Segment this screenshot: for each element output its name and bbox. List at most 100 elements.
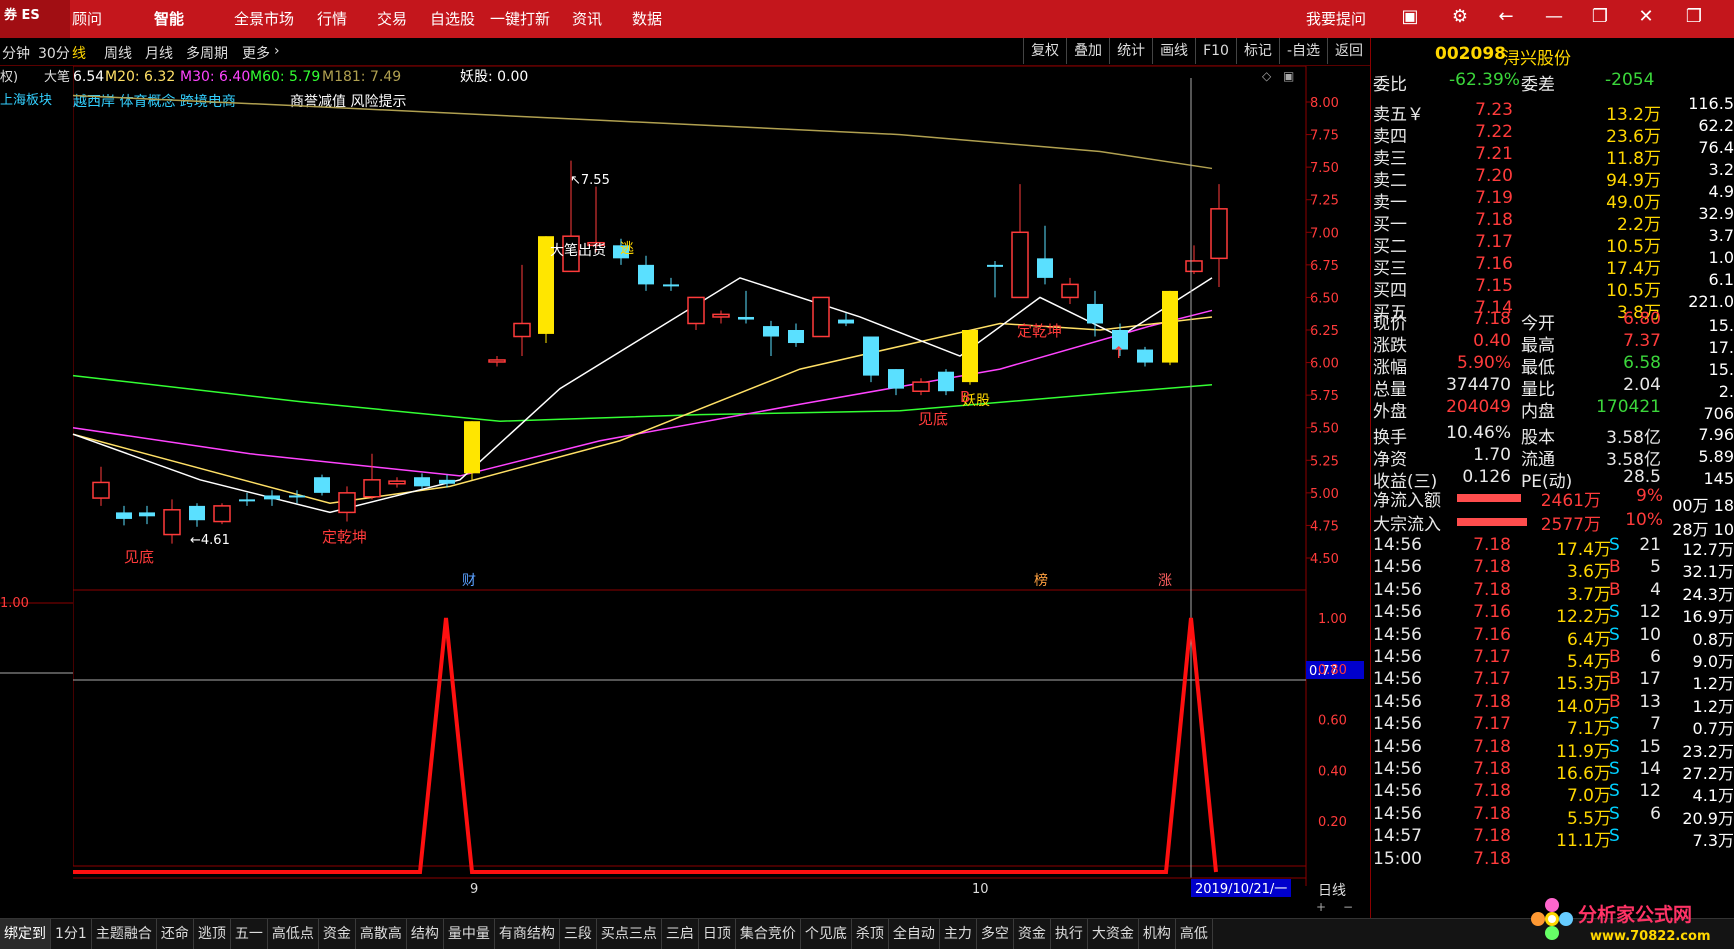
candle-body[interactable] [712,313,730,318]
candle-body[interactable] [189,505,205,521]
diamond-icon[interactable]: ◇ [1262,69,1272,83]
candle-body[interactable] [264,495,280,500]
restore-icon[interactable]: ❐ [1586,6,1614,27]
candle-body[interactable] [638,264,654,285]
formula-tab[interactable]: 全自动 [889,919,940,949]
menu-hangqing[interactable]: 行情 [317,8,347,29]
float-window-icon[interactable]: ❐ [1680,6,1708,27]
formula-tab[interactable]: 执行 [1051,919,1088,949]
zoom-out-icon[interactable]: − [1343,900,1353,914]
candle-body[interactable] [1210,208,1228,260]
tool-zixuan[interactable]: -自选 [1278,38,1327,64]
tool-fanhui[interactable]: 返回 [1327,38,1370,64]
formula-tab[interactable]: 机构 [1139,919,1176,949]
candle-body[interactable] [1037,258,1053,278]
menu-daxin[interactable]: 一键打新 [490,8,550,29]
ask-question-link[interactable]: 我要提问 [1306,8,1366,29]
formula-tab[interactable]: 资金 [1014,919,1051,949]
formula-tab[interactable]: 高低点 [268,919,319,949]
zhang-marker[interactable]: 涨 [1158,573,1172,589]
formula-tab[interactable]: 主力 [940,919,977,949]
formula-tab[interactable]: 结构 [407,919,444,949]
formula-tab[interactable]: 量中量 [444,919,495,949]
tool-biaoji[interactable]: 标记 [1235,38,1279,64]
sector-label[interactable]: 上海板块 [0,93,52,108]
menu-zixun[interactable]: 资讯 [572,8,602,29]
tool-diejia[interactable]: 叠加 [1066,38,1109,64]
candle-body[interactable] [1061,283,1079,299]
period-week[interactable]: 周线 [104,43,132,63]
candle-body[interactable] [763,326,779,337]
formula-tab[interactable]: 集合竞价 [736,919,801,949]
candle-body[interactable] [92,481,110,499]
candle-body[interactable] [1185,260,1203,273]
candle-body[interactable] [938,371,954,392]
period-30min[interactable]: 30分 [38,43,70,63]
period-minute[interactable]: 分钟 [2,43,30,63]
formula-tab[interactable]: 还命 [157,919,194,949]
tool-f10[interactable]: F10 [1195,38,1236,64]
candle-body[interactable] [314,477,330,493]
chevron-right-icon[interactable]: › [274,43,280,59]
menu-guwen[interactable]: 顾问 [72,8,102,29]
formula-tab[interactable]: 三段 [560,919,597,949]
candle-body[interactable] [213,505,231,523]
candle-body[interactable] [888,369,904,389]
candle-body[interactable] [663,284,679,287]
candle-body[interactable] [388,480,406,485]
candle-body[interactable] [812,296,830,338]
window-toggle-icon[interactable]: ▣ [1283,69,1294,83]
candle-body[interactable] [962,330,978,383]
tool-huaxian[interactable]: 画线 [1152,38,1195,64]
formula-tab[interactable]: 日顶 [699,919,736,949]
kline-svg[interactable]: 6.54 M20: 6.32 M30: 6.40 M60: 5.79 M181:… [0,65,1370,918]
formula-tab[interactable]: 杀顶 [852,919,889,949]
candle-body[interactable] [1162,290,1178,363]
candle-body[interactable] [488,359,506,363]
candle-body[interactable] [439,479,455,484]
cube-icon[interactable]: ▣ [1396,6,1424,27]
formula-tab[interactable]: 资金 [319,919,356,949]
formula-tab[interactable]: 个见底 [801,919,852,949]
candle-body[interactable] [414,477,430,487]
gear-icon[interactable]: ⚙ [1446,6,1474,27]
candle-body[interactable] [738,316,754,320]
candle-body[interactable] [363,479,381,498]
kline-chart-area[interactable]: 6.54 M20: 6.32 M30: 6.40 M60: 5.79 M181:… [0,65,1370,914]
formula-tab[interactable]: 多空 [977,919,1014,949]
candle-body[interactable] [863,336,879,376]
formula-tab[interactable]: 绑定到 [0,919,51,949]
formula-tab[interactable]: 三启 [662,919,699,949]
formula-tab[interactable]: 高散高 [356,919,407,949]
period-day[interactable]: 线 [72,43,86,63]
candle-body[interactable] [139,512,155,517]
minimize-icon[interactable]: — [1540,6,1568,27]
period-month[interactable]: 月线 [145,43,173,63]
candle-body[interactable] [464,421,480,474]
period-more[interactable]: 更多 [242,43,270,63]
candle-body[interactable] [687,296,705,325]
bang-marker[interactable]: 榜 [1034,572,1048,589]
menu-quanjing[interactable]: 全景市场 [234,8,294,29]
candle-body[interactable] [239,499,255,502]
formula-tab[interactable]: 大资金 [1088,919,1139,949]
candle-body[interactable] [116,512,132,519]
candle-body[interactable] [289,495,305,498]
period-label[interactable]: 日线 [1318,883,1346,899]
zoom-in-icon[interactable]: + [1316,900,1326,914]
close-icon[interactable]: ✕ [1632,6,1660,27]
formula-tab[interactable]: 有商结构 [495,919,560,949]
menu-zhineng[interactable]: 智能 [154,8,184,29]
candle-body[interactable] [912,381,930,392]
period-multi[interactable]: 多周期 [186,43,228,63]
formula-tab[interactable]: 五一 [231,919,268,949]
candle-body[interactable] [163,509,181,536]
candle-body[interactable] [838,319,854,324]
candle-body[interactable] [1137,349,1153,363]
menu-shuju[interactable]: 数据 [632,8,662,29]
tool-tongji[interactable]: 统计 [1109,38,1152,64]
menu-jiaoyi[interactable]: 交易 [377,8,407,29]
tool-fuquan[interactable]: 复权 [1023,38,1066,64]
candle-body[interactable] [1087,303,1103,324]
cai-marker[interactable]: 财 [462,573,476,589]
